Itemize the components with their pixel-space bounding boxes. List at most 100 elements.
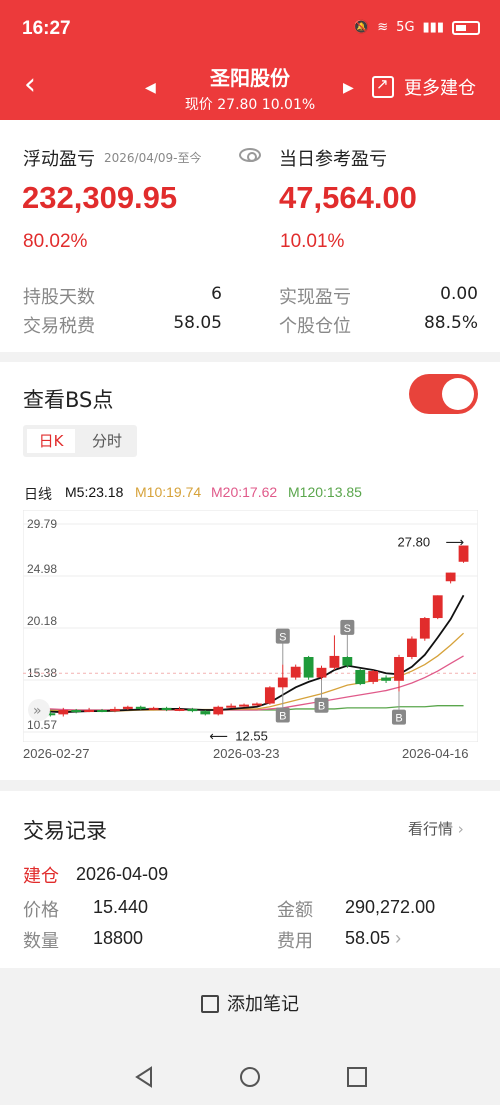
more-build-button[interactable]: 更多建仓 (372, 74, 476, 100)
qty-value: 18800 (93, 928, 144, 948)
view-quote-label: 看行情 (408, 820, 454, 838)
y-tick-label: 29.79 (27, 517, 57, 531)
record-fee-label: 费用 (277, 931, 313, 952)
candle-body (342, 657, 353, 666)
hold-days-value: 6 (211, 284, 222, 304)
left-arrow-icon: ⟵ (209, 729, 228, 742)
day-pl-pct: 10.01% (280, 231, 345, 252)
price-value: 15.440 (93, 897, 149, 917)
record-fee-value[interactable]: 58.05 › (345, 928, 401, 949)
low-price-label: 12.55 (235, 728, 268, 742)
candle-body (226, 705, 237, 708)
nav-recent-icon[interactable] (346, 1066, 368, 1092)
ma5-value: M5:23.18 (65, 484, 124, 500)
candle-body (97, 710, 107, 713)
add-note-button[interactable]: 添加笔记 (0, 990, 500, 1016)
record-action: 建仓 (23, 866, 59, 887)
candle-body (213, 706, 224, 715)
status-icons: 🔕 ≋ 5G ▮▮▮ (353, 20, 480, 35)
ma120-value: M120:13.85 (288, 484, 362, 500)
candle-body (148, 707, 159, 710)
status-time: 16:27 (22, 18, 71, 39)
record-fee-text: 58.05 (345, 928, 391, 948)
records-title: 交易记录 (23, 819, 107, 843)
float-pl-value: 232,309.95 (22, 180, 178, 215)
position-value: 88.5% (423, 313, 478, 333)
candle-body (290, 666, 301, 678)
y-tick-label: 24.98 (27, 562, 57, 576)
candle-body (432, 595, 443, 619)
view-quote-link[interactable]: 看行情 › (408, 818, 464, 839)
candle-body (264, 687, 275, 704)
eye-icon[interactable] (239, 148, 261, 162)
candle-body (329, 655, 340, 668)
buy-marker-label: B (395, 713, 402, 725)
candle-body (71, 710, 82, 713)
candle-body (122, 706, 133, 709)
add-note-label: 添加笔记 (227, 994, 299, 1015)
edit-icon (201, 995, 219, 1013)
candle-body (303, 657, 314, 678)
day-pl-value: 47,564.00 (279, 180, 417, 215)
amount-label: 金额 (277, 900, 313, 921)
float-pl-date: 2026/04/09-至今 (104, 151, 202, 165)
candle-body (277, 677, 288, 688)
nav-home-icon[interactable] (239, 1066, 261, 1092)
candle-body (135, 706, 146, 709)
external-link-icon (372, 75, 394, 98)
x-label-end: 2026-04-16 (402, 746, 469, 761)
day-pl-label: 当日参考盈亏 (279, 149, 387, 170)
network-label: 5G (396, 20, 415, 35)
double-chevron-icon: » (33, 703, 42, 719)
candle-body (161, 707, 172, 711)
float-pl-pct: 80.02% (23, 231, 88, 252)
candle-body (200, 711, 211, 715)
fee-label: 交易税费 (23, 316, 95, 337)
buy-marker-label: B (318, 701, 325, 713)
candle-body (381, 677, 391, 681)
candle-body (110, 708, 120, 712)
candle-body (84, 710, 95, 713)
tab-minute[interactable]: 分时 (82, 429, 132, 453)
candle-body (174, 708, 185, 711)
ma-label: 日线 (24, 486, 52, 502)
candle-body (316, 667, 327, 678)
candle-body (445, 572, 456, 582)
nav-back-icon[interactable] (133, 1066, 155, 1092)
kline-chart[interactable]: 29.7924.9820.1815.3810.57SSBBB27.80 ⟶⟵ 12.… (23, 510, 478, 742)
tab-day-k[interactable]: 日K (27, 429, 75, 453)
y-tick-label: 20.18 (27, 614, 57, 628)
sell-marker-label: S (279, 632, 286, 644)
candle-body (368, 671, 379, 682)
candle-body (252, 703, 262, 706)
hold-days-label: 持股天数 (23, 287, 95, 308)
signal-icon: ▮▮▮ (422, 20, 444, 35)
bs-title: 查看BS点 (23, 388, 114, 412)
candle-body (58, 710, 69, 715)
x-label-mid: 2026-03-23 (213, 746, 280, 761)
header-bar: 16:27 🔕 ≋ 5G ▮▮▮ ‹ ◀ ▶ 圣阳股份 现价 27.80 10.… (0, 0, 500, 120)
candle-body (187, 708, 198, 712)
more-build-label: 更多建仓 (404, 78, 476, 99)
candle-body (406, 638, 417, 658)
chevron-right-icon: › (457, 820, 464, 838)
sell-marker-label: S (344, 623, 351, 635)
high-price-label: 27.80 (398, 535, 431, 550)
fee-value: 58.05 (173, 313, 222, 333)
mute-icon: 🔕 (353, 20, 370, 35)
right-arrow-icon: ⟶ (446, 536, 465, 551)
amount-value: 290,272.00 (345, 897, 436, 917)
buy-marker-label: B (279, 710, 286, 722)
x-label-start: 2026-02-27 (23, 746, 90, 761)
qty-label: 数量 (23, 931, 59, 952)
ma10-value: M10:19.74 (135, 484, 202, 500)
battery-icon (452, 20, 480, 35)
bs-toggle[interactable] (409, 374, 478, 414)
float-pl-label: 浮动盈亏 (23, 149, 95, 170)
chevron-right-icon: › (395, 928, 402, 948)
realized-label: 实现盈亏 (279, 287, 351, 308)
ma20-value: M20:17.62 (211, 484, 278, 500)
candle-body (394, 657, 404, 681)
candle-body (419, 618, 430, 639)
wifi-icon: ≋ (377, 20, 389, 35)
